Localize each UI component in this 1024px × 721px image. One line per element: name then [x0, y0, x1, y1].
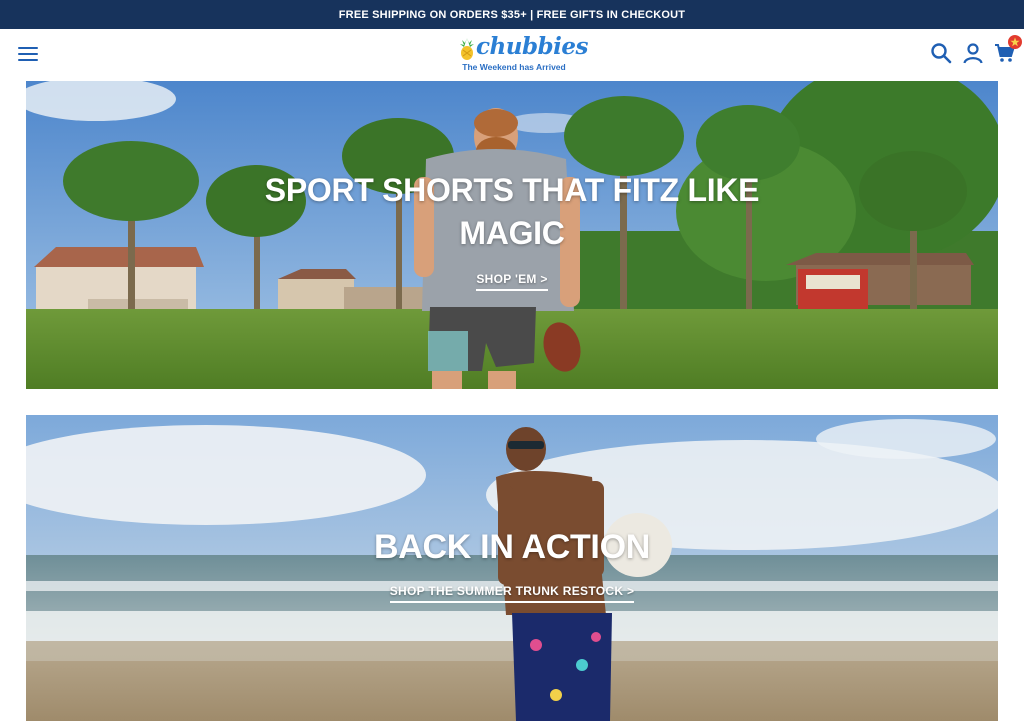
hero-title: SPORT SHORTS THAT FITZ LIKE MAGIC: [264, 172, 760, 251]
account-icon[interactable]: [961, 41, 985, 65]
hero-text-block: BACK IN ACTION SHOP THE SUMMER TRUNK RES…: [26, 527, 998, 603]
logo[interactable]: chubbies The Weekend has Arrived: [454, 33, 588, 75]
hero-banner-summer-trunks[interactable]: BACK IN ACTION SHOP THE SUMMER TRUNK RES…: [26, 415, 998, 721]
site-header: chubbies The Weekend has Arrived: [0, 29, 1024, 81]
hamburger-menu-icon[interactable]: [16, 43, 40, 65]
cart-badge: [1008, 35, 1022, 49]
logo-wordmark: chubbies: [476, 33, 588, 60]
star-icon: [1010, 37, 1020, 47]
hero-title: BACK IN ACTION: [374, 528, 650, 566]
hero-text-block: SPORT SHORTS THAT FITZ LIKE MAGIC SHOP '…: [26, 169, 998, 291]
announcement-bar: FREE SHIPPING ON ORDERS $35+ | FREE GIFT…: [0, 0, 1024, 29]
hero-banner-sport-shorts[interactable]: SPORT SHORTS THAT FITZ LIKE MAGIC SHOP '…: [26, 81, 998, 389]
announcement-text: FREE SHIPPING ON ORDERS $35+ | FREE GIFT…: [338, 8, 686, 21]
hero-shop-link[interactable]: SHOP 'EM >: [476, 272, 548, 291]
hero-shop-link[interactable]: SHOP THE SUMMER TRUNK RESTOCK >: [389, 584, 635, 603]
search-icon[interactable]: [929, 41, 953, 65]
logo-tagline: The Weekend has Arrived: [462, 62, 566, 72]
pineapple-icon: [460, 38, 474, 60]
